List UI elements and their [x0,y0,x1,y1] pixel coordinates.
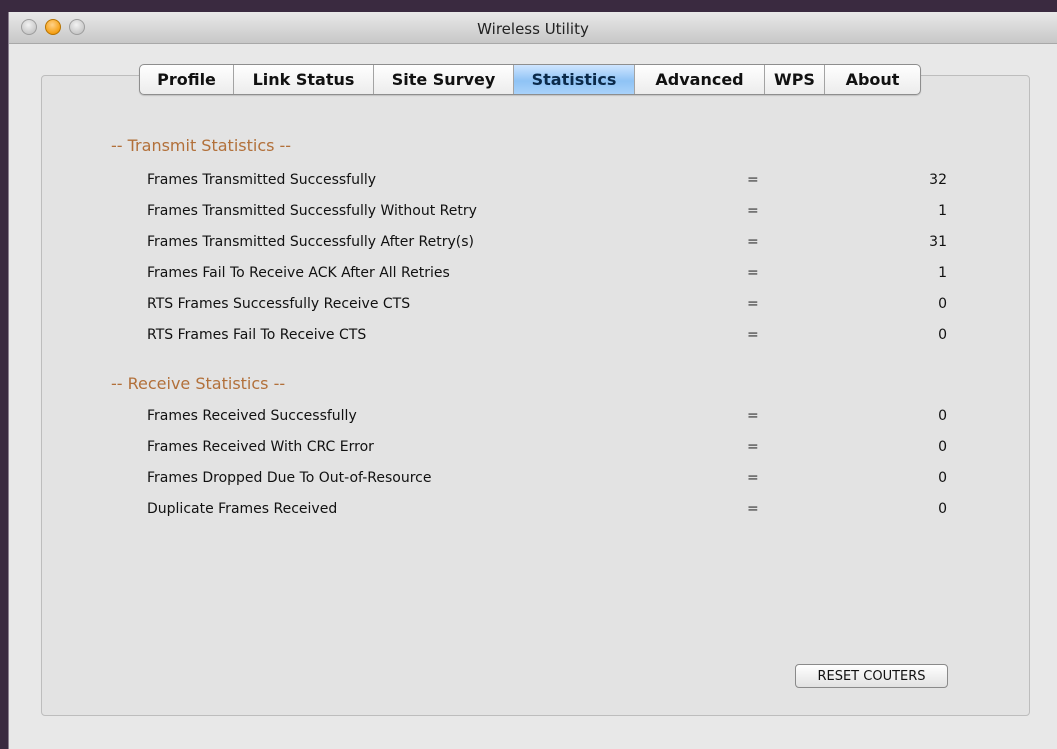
stat-label: Duplicate Frames Received [147,501,338,517]
stat-value: 1 [938,203,947,219]
stat-value: 0 [938,327,947,343]
stat-row: Frames Transmitted Successfully = 32 [147,172,947,194]
stat-value: 0 [938,470,947,486]
stat-row: Frames Transmitted Successfully Without … [147,203,947,225]
equals-sign: = [747,172,759,188]
title-bar[interactable]: Wireless Utility [9,12,1057,44]
stat-label: Frames Received Successfully [147,408,357,424]
equals-sign: = [747,203,759,219]
wireless-utility-window: Wireless Utility Profile Link Status Sit… [8,12,1057,749]
tab-site-survey[interactable]: Site Survey [374,65,514,94]
stat-value: 0 [938,501,947,517]
stat-label: Frames Transmitted Successfully Without … [147,203,477,219]
equals-sign: = [747,296,759,312]
stat-label: Frames Transmitted Successfully After Re… [147,234,475,250]
tab-about[interactable]: About [825,65,920,94]
equals-sign: = [747,234,759,250]
equals-sign: = [747,327,759,343]
receive-statistics-heading: -- Receive Statistics -- [111,374,286,393]
window-title: Wireless Utility [477,20,589,38]
stat-value: 0 [938,439,947,455]
stat-label: Frames Received With CRC Error [147,439,374,455]
stat-label: RTS Frames Fail To Receive CTS [147,327,367,343]
equals-sign: = [747,408,759,424]
tab-statistics[interactable]: Statistics [514,65,635,94]
stat-row: Frames Dropped Due To Out-of-Resource = … [147,470,947,492]
stat-label: Frames Dropped Due To Out-of-Resource [147,470,432,486]
stat-row: RTS Frames Fail To Receive CTS = 0 [147,327,947,349]
reset-counters-button[interactable]: RESET COUTERS [795,664,948,688]
stat-value: 1 [938,265,947,281]
tab-link-status[interactable]: Link Status [234,65,374,94]
stat-row: Frames Received Successfully = 0 [147,408,947,430]
stat-value: 31 [929,234,947,250]
stat-row: Frames Fail To Receive ACK After All Ret… [147,265,947,287]
tab-bar: Profile Link Status Site Survey Statisti… [139,64,921,95]
tab-profile[interactable]: Profile [140,65,234,94]
stat-row: Frames Received With CRC Error = 0 [147,439,947,461]
stat-label: Frames Transmitted Successfully [147,172,377,188]
stat-value: 32 [929,172,947,188]
stat-label: Frames Fail To Receive ACK After All Ret… [147,265,450,281]
stat-row: Frames Transmitted Successfully After Re… [147,234,947,256]
stat-row: Duplicate Frames Received = 0 [147,501,947,523]
equals-sign: = [747,501,759,517]
transmit-statistics-heading: -- Transmit Statistics -- [111,136,292,155]
stat-value: 0 [938,296,947,312]
equals-sign: = [747,265,759,281]
equals-sign: = [747,439,759,455]
stat-row: RTS Frames Successfully Receive CTS = 0 [147,296,947,318]
equals-sign: = [747,470,759,486]
tab-wps[interactable]: WPS [765,65,825,94]
stat-value: 0 [938,408,947,424]
stat-label: RTS Frames Successfully Receive CTS [147,296,411,312]
tab-advanced[interactable]: Advanced [635,65,765,94]
